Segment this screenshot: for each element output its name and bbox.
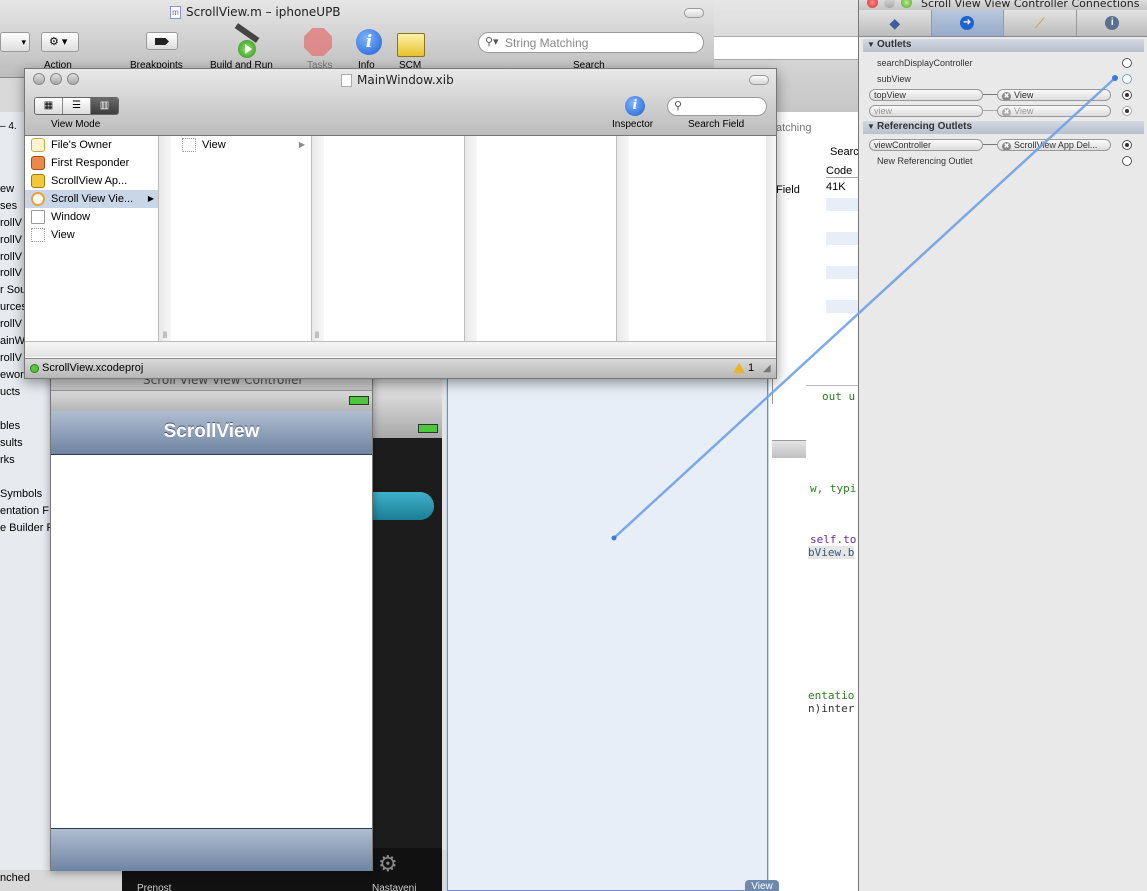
connection-line <box>612 76 1117 540</box>
connection-drag-line <box>611 75 1118 541</box>
connection-start-point <box>611 535 617 541</box>
connection-end-point <box>1112 75 1118 81</box>
